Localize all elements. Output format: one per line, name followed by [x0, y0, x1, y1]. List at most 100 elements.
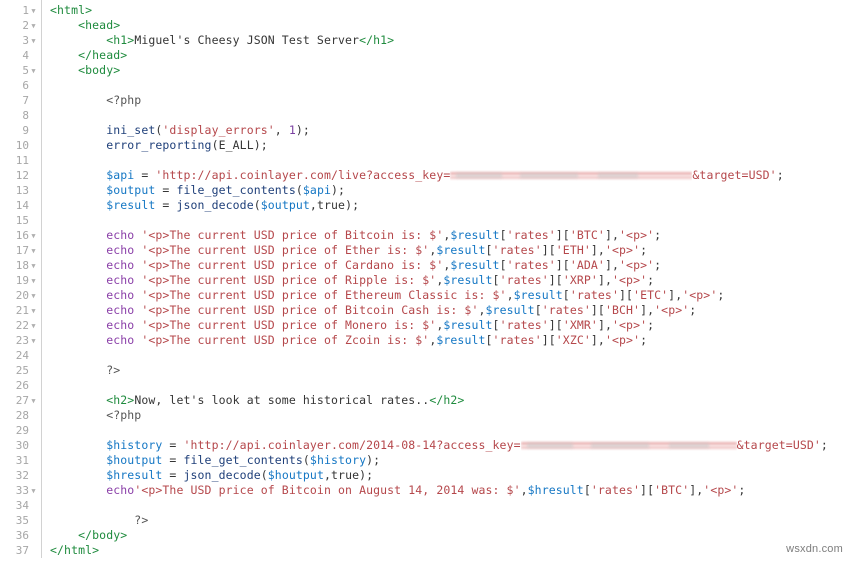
code-line-9[interactable]: ini_set('display_errors', 1); [50, 123, 855, 138]
token-str: 'rates' [569, 288, 619, 302]
token-op: = [162, 438, 184, 452]
line-number-32: 32 [0, 468, 41, 483]
code-line-35[interactable]: ?> [50, 513, 855, 528]
fold-toggle-icon[interactable]: ▼ [29, 304, 38, 319]
code-line-8[interactable] [50, 108, 855, 123]
code-line-27[interactable]: <h2>Now, let's look at some historical r… [50, 393, 855, 408]
code-line-11[interactable] [50, 153, 855, 168]
redacted-api-key [450, 170, 693, 181]
token-str: '<p>The current USD price of Bitcoin Cas… [141, 303, 479, 317]
token-str: '<p>' [604, 333, 641, 347]
token-sp [50, 228, 106, 242]
token-kw: echo [106, 483, 135, 497]
token-punc: ], [689, 483, 704, 497]
code-line-31[interactable]: $houtput = file_get_contents($history); [50, 453, 855, 468]
code-line-26[interactable] [50, 378, 855, 393]
token-fn: json_decode [183, 468, 261, 482]
code-line-13[interactable]: $output = file_get_contents($api); [50, 183, 855, 198]
code-line-30[interactable]: $history = 'http://api.coinlayer.com/201… [50, 438, 855, 453]
code-line-28[interactable]: <?php [50, 408, 855, 423]
code-line-14[interactable]: $result = json_decode($output,true); [50, 198, 855, 213]
code-line-20[interactable]: echo '<p>The current USD price of Ethere… [50, 288, 855, 303]
token-tag: <h2> [106, 393, 135, 407]
line-number-8: 8 [0, 108, 41, 123]
token-punc: ; [738, 483, 746, 497]
token-const: E_ALL [218, 138, 254, 152]
token-punc: ; [640, 243, 648, 257]
fold-toggle-icon[interactable]: ▼ [29, 64, 38, 79]
line-number-23: 23 ▼ [0, 333, 41, 348]
code-line-12[interactable]: $api = 'http://api.coinlayer.com/live?ac… [50, 168, 855, 183]
line-number-value: 22 [15, 319, 29, 332]
fold-toggle-icon[interactable]: ▼ [29, 244, 38, 259]
code-line-24[interactable] [50, 348, 855, 363]
token-punc: [ [492, 273, 500, 287]
fold-toggle-icon[interactable]: ▼ [29, 274, 38, 289]
code-line-3[interactable]: <h1>Miguel's Cheesy JSON Test Server</h1… [50, 33, 855, 48]
line-number-value: 23 [15, 334, 29, 347]
token-punc: ( [211, 138, 219, 152]
fold-toggle-icon[interactable]: ▼ [29, 259, 38, 274]
token-fn: ini_set [106, 123, 156, 137]
code-line-18[interactable]: echo '<p>The current USD price of Cardan… [50, 258, 855, 273]
watermark: wsxdn.com [786, 543, 843, 555]
code-line-16[interactable]: echo '<p>The current USD price of Bitcoi… [50, 228, 855, 243]
code-line-23[interactable]: echo '<p>The current USD price of Zcoin … [50, 333, 855, 348]
fold-toggle-icon[interactable]: ▼ [29, 484, 38, 499]
line-number-value: 20 [15, 289, 29, 302]
token-var: $houtput [267, 468, 324, 482]
fold-toggle-icon[interactable]: ▼ [29, 4, 38, 19]
code-line-2[interactable]: <head> [50, 18, 855, 33]
token-sp [50, 498, 57, 512]
code-line-17[interactable]: echo '<p>The current USD price of Ether … [50, 243, 855, 258]
code-line-25[interactable]: ?> [50, 363, 855, 378]
code-line-37[interactable]: </html> [50, 543, 855, 558]
code-line-33[interactable]: echo'<p>The USD price of Bitcoin on Augu… [50, 483, 855, 498]
code-line-21[interactable]: echo '<p>The current USD price of Bitcoi… [50, 303, 855, 318]
token-kw: echo [106, 228, 135, 242]
code-line-32[interactable]: $hresult = json_decode($houtput,true); [50, 468, 855, 483]
line-number-value: 13 [15, 184, 29, 197]
token-punc: ], [597, 273, 612, 287]
code-line-6[interactable] [50, 78, 855, 93]
line-number-value: 25 [15, 364, 29, 377]
line-number-value: 12 [15, 169, 29, 182]
code-line-1[interactable]: <html> [50, 3, 855, 18]
token-punc: [ [492, 318, 500, 332]
code-line-4[interactable]: </head> [50, 48, 855, 63]
code-line-29[interactable] [50, 423, 855, 438]
line-number-10: 10 [0, 138, 41, 153]
token-punc: ; [640, 333, 648, 347]
fold-toggle-icon[interactable]: ▼ [29, 319, 38, 334]
fold-toggle-icon[interactable]: ▼ [29, 34, 38, 49]
code-line-36[interactable]: </body> [50, 528, 855, 543]
token-punc: ; [647, 318, 655, 332]
token-op: = [155, 183, 177, 197]
code-line-7[interactable]: <?php [50, 93, 855, 108]
fold-toggle-icon[interactable]: ▼ [29, 334, 38, 349]
token-num: 1 [288, 123, 296, 137]
code-line-15[interactable] [50, 213, 855, 228]
fold-toggle-icon[interactable]: ▼ [29, 229, 38, 244]
token-php: <?php [106, 93, 142, 107]
code-line-5[interactable]: <body> [50, 63, 855, 78]
code-line-10[interactable]: error_reporting(E_ALL); [50, 138, 855, 153]
code-line-19[interactable]: echo '<p>The current USD price of Ripple… [50, 273, 855, 288]
token-var: $result [443, 318, 493, 332]
fold-toggle-icon[interactable]: ▼ [29, 19, 38, 34]
token-var: $hresult [527, 483, 584, 497]
code-content-area[interactable]: <html> <head> <h1>Miguel's Cheesy JSON T… [42, 0, 855, 558]
fold-toggle-icon[interactable]: ▼ [29, 394, 38, 409]
token-punc: ][ [541, 243, 556, 257]
token-sp [50, 408, 106, 422]
code-line-22[interactable]: echo '<p>The current USD price of Monero… [50, 318, 855, 333]
fold-toggle-icon[interactable]: ▼ [29, 289, 38, 304]
token-sp [50, 108, 57, 122]
code-line-34[interactable] [50, 498, 855, 513]
line-number-value: 33 [15, 484, 29, 497]
